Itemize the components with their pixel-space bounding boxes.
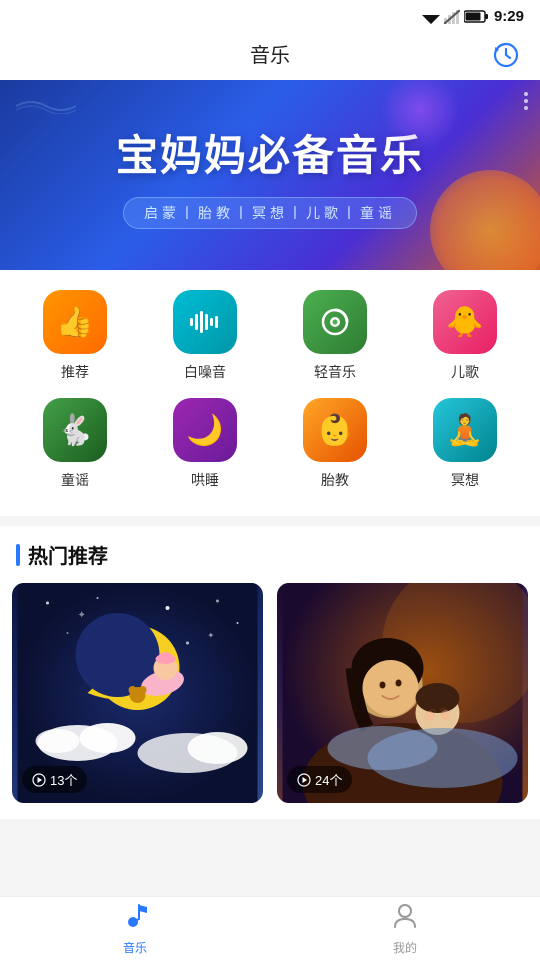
music-nav-icon xyxy=(121,901,149,936)
categories-section: 👍 推荐 白噪音 xyxy=(0,270,540,516)
recommend-icon: 👍 xyxy=(43,290,107,354)
status-icons xyxy=(422,10,488,24)
prenatal-icon: 👶 xyxy=(303,398,367,462)
wifi-icon xyxy=(422,10,440,24)
category-label-prenatal: 胎教 xyxy=(321,470,349,490)
play-icon-2 xyxy=(297,773,311,787)
banner-blob1 xyxy=(430,170,540,270)
card-mom[interactable]: 24个 xyxy=(277,583,528,803)
meditation-icon: 🧘 xyxy=(433,398,497,462)
person-icon xyxy=(391,901,419,929)
header: 音乐 xyxy=(0,29,540,80)
nav-mine-label: 我的 xyxy=(393,939,417,956)
category-row-2: 🐇 童谣 🌙 哄睡 👶 胎教 🧘 冥想 xyxy=(10,398,530,490)
banner-title: 宝妈妈必备音乐 xyxy=(116,122,424,183)
bottom-nav: 音乐 我的 xyxy=(0,896,540,960)
category-label-nursery: 童谣 xyxy=(61,470,89,490)
nursery-icon: 🐇 xyxy=(43,398,107,462)
category-label-sleep: 哄睡 xyxy=(191,470,219,490)
category-recommend[interactable]: 👍 推荐 xyxy=(35,290,115,382)
category-lightmusic[interactable]: 轻音乐 xyxy=(295,290,375,382)
history-icon xyxy=(492,41,520,69)
category-childsong[interactable]: 🐥 儿歌 xyxy=(425,290,505,382)
banner-subtitle: 启蒙丨胎教丨冥想丨儿歌丨童谣 xyxy=(123,197,417,229)
nav-mine[interactable]: 我的 xyxy=(270,897,540,960)
history-button[interactable] xyxy=(488,37,524,73)
nav-music-label: 音乐 xyxy=(123,939,147,956)
childsong-icon: 🐥 xyxy=(433,290,497,354)
category-row-1: 👍 推荐 白噪音 xyxy=(10,290,530,382)
play-icon xyxy=(32,773,46,787)
category-label-lightmusic: 轻音乐 xyxy=(314,362,356,382)
card-count-1: 13个 xyxy=(50,770,77,789)
svg-text:✦: ✦ xyxy=(208,631,215,640)
wave-decoration xyxy=(16,98,76,119)
banner[interactable]: 宝妈妈必备音乐 启蒙丨胎教丨冥想丨儿歌丨童谣 xyxy=(0,80,540,270)
category-nursery[interactable]: 🐇 童谣 xyxy=(35,398,115,490)
whitenoise-icon xyxy=(173,290,237,354)
status-bar: 9:29 xyxy=(0,0,540,29)
card-moon[interactable]: ✦ ✦ ✦ xyxy=(12,583,263,803)
svg-text:✦: ✦ xyxy=(78,610,86,621)
sleep-icon: 🌙 xyxy=(173,398,237,462)
mine-nav-icon xyxy=(391,901,419,936)
hot-section-title: 热门推荐 xyxy=(28,540,108,569)
music-icon xyxy=(121,901,149,929)
category-label-whitenoise: 白噪音 xyxy=(184,362,226,382)
nav-music[interactable]: 音乐 xyxy=(0,897,270,960)
category-whitenoise[interactable]: 白噪音 xyxy=(165,290,245,382)
category-meditation[interactable]: 🧘 冥想 xyxy=(425,398,505,490)
category-prenatal[interactable]: 👶 胎教 xyxy=(295,398,375,490)
category-label-childsong: 儿歌 xyxy=(451,362,479,382)
status-time: 9:29 xyxy=(494,8,524,25)
page-title: 音乐 xyxy=(250,39,290,68)
card-count-2: 24个 xyxy=(315,770,342,789)
hot-section-header: 热门推荐 xyxy=(0,526,540,579)
battery-icon xyxy=(464,10,488,23)
cards-row: ✦ ✦ ✦ xyxy=(0,579,540,819)
card-badge-1: 13个 xyxy=(22,766,87,793)
banner-dots xyxy=(524,92,528,110)
section-bar-decoration xyxy=(16,544,20,566)
lightmusic-icon xyxy=(303,290,367,354)
signal-icon xyxy=(444,10,460,24)
banner-blob2 xyxy=(380,80,460,150)
category-sleep[interactable]: 🌙 哄睡 xyxy=(165,398,245,490)
category-label-meditation: 冥想 xyxy=(451,470,479,490)
card-badge-2: 24个 xyxy=(287,766,352,793)
category-label-recommend: 推荐 xyxy=(61,362,89,382)
